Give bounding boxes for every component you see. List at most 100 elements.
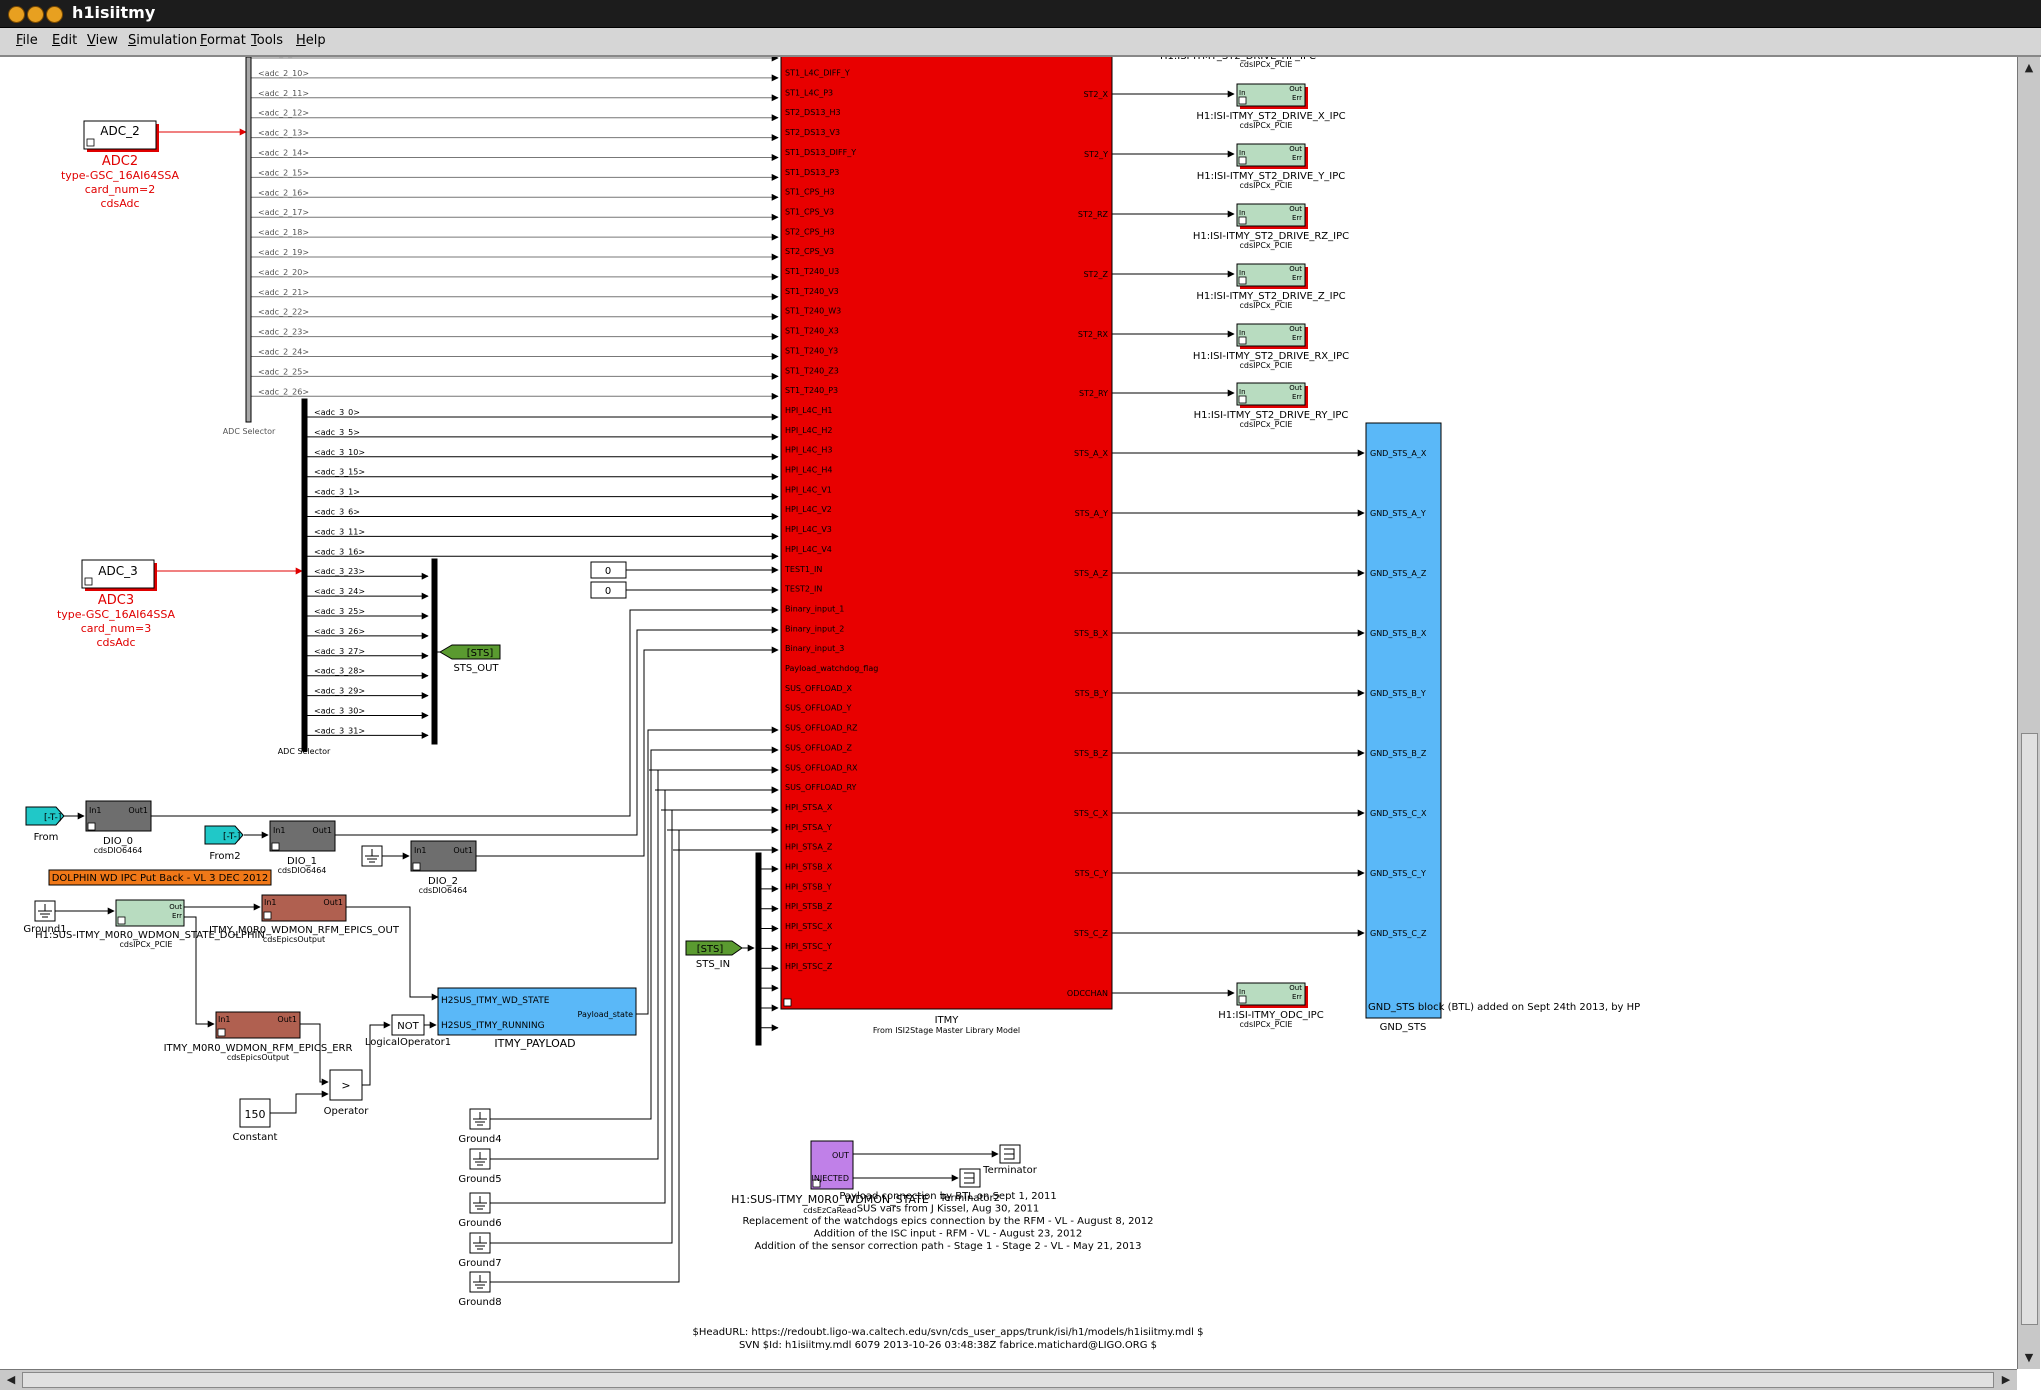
itmy-input-port-label: Payload_watchdog_flag (785, 664, 878, 673)
gnd-sts-port-label: GND_STS_A_Y (1370, 509, 1426, 518)
itmy-input-port-label: ST1_DS13_P3 (785, 168, 839, 177)
payload-block-name: ITMY_PAYLOAD (494, 1037, 575, 1050)
itmy-input-port-label: HPI_STSA_Z (785, 843, 833, 852)
library-link-icon (217, 1028, 226, 1037)
itmy-input-port-label: ST1_L4C_DIFF_Y (785, 69, 850, 78)
adc3-bus-selector[interactable] (301, 398, 308, 752)
adc2-signal-label: <adc_2_18> (258, 228, 309, 237)
vertical-scroll-thumb[interactable] (2021, 733, 2038, 1325)
adc2-info-line: card_num=2 (85, 183, 155, 196)
itmy-input-port-label: SUS_OFFLOAD_X (785, 684, 852, 693)
constant-150-line (270, 1090, 329, 1114)
adc3-signal-label: <adc_3_30> (314, 707, 365, 716)
sts-in-bus-selector[interactable] (755, 852, 762, 1046)
ground-block-label: Ground8 (458, 1297, 501, 1308)
dio0-block-in-port: In1 (89, 806, 102, 815)
itmy-output-port-label: STS_A_X (1074, 449, 1109, 458)
window-menu-icon[interactable] (8, 6, 25, 23)
dio1-block-in-port: In1 (273, 826, 286, 835)
ipc-block-sub: cdsIPCx_PCIE (1240, 121, 1293, 130)
gnd-sts-port-label: GND_STS_B_Y (1370, 689, 1426, 698)
library-link-icon (84, 577, 93, 586)
horizontal-scrollbar[interactable]: ◀ ▶ (0, 1369, 2017, 1390)
dio0-out-line (151, 606, 779, 817)
ipc-block-sub: cdsIPCx_PCIE (1240, 420, 1293, 429)
itmy-output-port-label: ST2_RZ (1078, 210, 1109, 219)
adc3-info-line: type-GSC_16AI64SSA (57, 608, 176, 621)
adc2-signal-label: <adc_2_13> (258, 129, 309, 138)
terminator-block-label: Terminator (982, 1165, 1038, 1176)
dio2-block-sub: cdsDIO6464 (419, 886, 468, 895)
itmy-input-port-label: ST1_CPS_V3 (785, 207, 834, 216)
itmy-input-port-label: ST1_L4C_P3 (785, 88, 833, 97)
payload-in1-port: H2SUS_ITMY_WD_STATE (441, 996, 550, 1006)
horizontal-scroll-thumb[interactable] (22, 1372, 1994, 1388)
minimize-icon[interactable] (27, 6, 44, 23)
itmy-input-port-label: SUS_OFFLOAD_RX (785, 763, 858, 772)
gnd-sts-port-label: GND_STS_A_Z (1370, 569, 1427, 578)
itmy-input-port-label: HPI_L4C_V4 (785, 545, 832, 554)
adc2-bus-selector[interactable] (245, 57, 252, 423)
dio1-block-out-port: Out1 (312, 826, 332, 835)
ipc-err-port: Err (1292, 334, 1302, 342)
menu-edit[interactable]: Edit (52, 33, 77, 48)
itmy-output-port-label: STS_B_Y (1075, 689, 1109, 698)
model-canvas[interactable]: H1:ISI-ITMY_ST2_DRIVE_HP_IPC cdsIPCx_PCIE… (0, 57, 2015, 1369)
scroll-down-icon[interactable]: ▼ (2020, 1349, 2038, 1367)
ipc-in-port: In (1239, 209, 1246, 217)
menu-format[interactable]: Format (200, 33, 246, 48)
ipc-err-port: Err (1292, 214, 1302, 222)
ipc-in-port: In (1239, 988, 1246, 996)
menu-file[interactable]: File (16, 33, 38, 48)
adc2-signal-label: <adc_2_12> (258, 109, 309, 118)
menu-tools[interactable]: Tools (251, 33, 283, 48)
wdmon-err-sub: cdsEpicsOutput (227, 1053, 289, 1062)
adc3-signal-label: <adc_3_25> (314, 607, 365, 616)
ground-block-label: Ground6 (458, 1218, 501, 1229)
itmy-input-port-label: ST1_T240_U3 (785, 267, 839, 276)
menu-help[interactable]: Help (296, 33, 326, 48)
dio2-block-out-port: Out1 (453, 846, 473, 855)
sts-out-label: STS_OUT (453, 663, 499, 674)
adc2-signal-label: <adc_2_22> (258, 308, 309, 317)
menu-simulation[interactable]: Simulation (128, 33, 197, 48)
operator-name: Operator (324, 1106, 370, 1117)
itmy-input-port-label: SUS_OFFLOAD_RZ (785, 724, 858, 733)
ipc-out-port: Out (1289, 265, 1302, 273)
sts-in-tag-label: [STS] (697, 944, 724, 955)
annotation-note: Replacement of the watchdogs epics conne… (742, 1216, 1153, 1227)
adc3-signal-label: <adc_3_16> (314, 547, 365, 556)
itmy-input-port-label: HPI_L4C_V1 (785, 485, 832, 494)
scroll-right-icon[interactable]: ▶ (1997, 1371, 2015, 1389)
itmy-input-port-label: ST1_T240_Z3 (785, 366, 839, 375)
annotation-note: Addition of the sensor correction path -… (755, 1241, 1142, 1252)
window-title: h1isiitmy (72, 3, 156, 22)
itmy-input-port-label: HPI_STSB_Z (785, 902, 833, 911)
scroll-left-icon[interactable]: ◀ (2, 1371, 20, 1389)
ground-signal-line (490, 746, 779, 1120)
sts-bus-creator[interactable] (431, 558, 438, 745)
itmy-output-port-label: ST2_RY (1079, 389, 1108, 398)
maximize-icon[interactable] (46, 6, 63, 23)
itmy-input-port-label: SUS_OFFLOAD_Y (785, 704, 851, 713)
adc3-info-line: card_num=3 (81, 622, 151, 635)
itmy-output-port-label: ODCCHAN (1067, 989, 1108, 998)
annotation-note: Addition of the ISC input - RFM - VL - A… (814, 1229, 1082, 1240)
menu-view[interactable]: View (87, 33, 118, 48)
partial-ipc-label: H1:ISI-ITMY_ST2_DRIVE_HP_IPC (1160, 57, 1316, 62)
itmy-input-port-label: SUS_OFFLOAD_Z (785, 743, 852, 752)
scroll-up-icon[interactable]: ▲ (2020, 59, 2038, 77)
adc2-signal-label: <adc_2_14> (258, 149, 309, 158)
itmy-output-port-label: STS_A_Z (1074, 569, 1109, 578)
gnd-sts-port-label: GND_STS_C_Y (1370, 869, 1426, 878)
library-link-icon (1238, 276, 1247, 285)
itmy-input-port-label: Binary_input_3 (785, 644, 844, 653)
itmy-input-port-label: HPI_L4C_V3 (785, 525, 832, 534)
library-link-icon (1238, 96, 1247, 105)
vertical-scrollbar[interactable]: ▲ ▼ (2017, 57, 2040, 1369)
wdmon-ipc-sub: cdsIPCx_PCIE (120, 940, 173, 949)
itmy-input-port-label: HPI_STSA_Y (785, 823, 832, 832)
gnd-sts-port-label: GND_STS_C_Z (1370, 929, 1427, 938)
adc3-signal-label: <adc_3_27> (314, 647, 365, 656)
wdmon-ipc-out: Out (169, 903, 182, 911)
